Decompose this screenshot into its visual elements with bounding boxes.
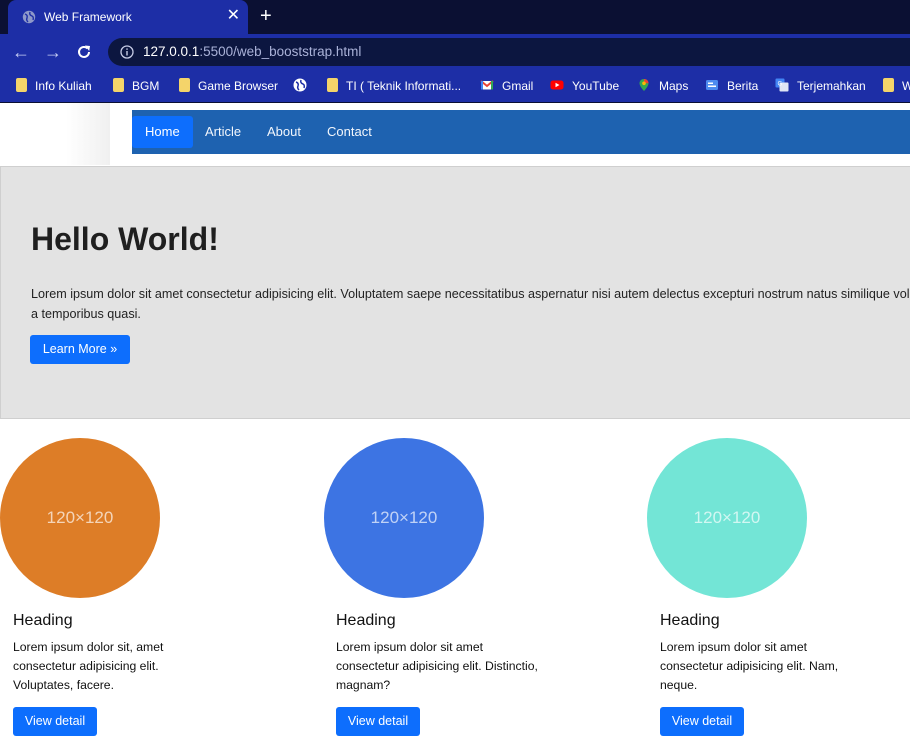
bookmark-terjemahkan[interactable]: G Terjemahkan [775, 76, 866, 96]
placeholder-image: 120×120 [647, 438, 807, 598]
nav-link-article[interactable]: Article [192, 116, 254, 148]
close-tab-icon[interactable]: ✕ [227, 6, 240, 26]
jumbotron: Hello World! Lorem ipsum dolor sit amet … [0, 166, 910, 419]
folder-icon [113, 78, 124, 92]
site-navbar: Home Article About Contact [132, 110, 910, 154]
bookmark-berita[interactable]: Berita [705, 76, 758, 96]
bookmark-label: W [902, 79, 910, 93]
bookmark-maps[interactable]: Maps [637, 76, 688, 96]
folder-icon [327, 78, 338, 92]
url-text[interactable]: 127.0.0.1:5500/web_booststrap.html [143, 44, 361, 59]
folder-icon [179, 78, 190, 92]
view-detail-button[interactable]: View detail [660, 707, 744, 736]
column-heading: Heading [13, 612, 73, 629]
news-icon [705, 78, 719, 92]
bookmark-label: Terjemahkan [797, 79, 866, 93]
nav-link-contact[interactable]: Contact [314, 116, 385, 148]
bookmark-youtube[interactable]: YouTube [550, 76, 619, 96]
tab-title: Web Framework [44, 10, 132, 24]
bookmark-bgm[interactable]: BGM [113, 76, 159, 96]
youtube-icon [550, 78, 564, 92]
jumbotron-text: Lorem ipsum dolor sit amet consectetur a… [31, 287, 910, 321]
bookmark-label: Berita [727, 79, 759, 93]
feature-column-1: 120×120 Heading Lorem ipsum dolor sit, a… [0, 437, 260, 741]
maps-icon [637, 78, 651, 92]
column-text: Lorem ipsum dolor sit amet consectetur a… [660, 640, 839, 692]
placeholder-label: 120×120 [693, 508, 761, 527]
placeholder-label: 120×120 [46, 508, 114, 527]
column-text: Lorem ipsum dolor sit, amet consectetur … [13, 640, 164, 692]
placeholder-label: 120×120 [370, 508, 438, 527]
feature-column-3: 120×120 Heading Lorem ipsum dolor sit am… [647, 437, 907, 741]
translate-icon: G [775, 78, 789, 92]
bookmark-label: BGM [132, 79, 160, 93]
column-heading: Heading [660, 612, 720, 629]
folder-icon [16, 78, 27, 92]
bookmark-ti-teknik-informati[interactable]: TI ( Teknik Informati... [327, 76, 461, 96]
info-icon[interactable] [120, 45, 134, 59]
column-text: Lorem ipsum dolor sit amet consectetur a… [336, 640, 538, 692]
new-tab-icon[interactable]: + [260, 5, 272, 27]
browser-tab-strip: Web Framework ✕ + [0, 0, 910, 34]
gmail-icon [480, 78, 494, 92]
forward-arrow-icon[interactable]: → [41, 40, 65, 64]
nav-link-home[interactable]: Home [132, 116, 193, 148]
browser-toolbar: ← → 127.0.0.1:5500/web_booststrap.html [0, 34, 910, 70]
bookmark-label: YouTube [572, 79, 620, 93]
nav-link-about[interactable]: About [254, 116, 314, 148]
column-heading: Heading [336, 612, 396, 629]
url-host: 127.0.0.1 [143, 44, 200, 59]
bookmark-gmail[interactable]: Gmail [480, 76, 533, 96]
folder-icon [883, 78, 894, 92]
globe-icon [293, 78, 307, 92]
back-arrow-icon[interactable]: ← [9, 40, 33, 64]
jumbotron-title: Hello World! [31, 221, 219, 257]
bookmarks-bar: Info Kuliah BGM Game Browser TI ( Teknik In… [0, 70, 910, 103]
reload-icon[interactable] [75, 43, 93, 61]
view-detail-button[interactable]: View detail [336, 707, 420, 736]
globe-icon [22, 10, 36, 24]
page-viewport: Home Article About Contact Hello World! Lor… [0, 103, 910, 741]
bookmark-w[interactable]: W [883, 76, 910, 96]
url-path: :5500/web_booststrap.html [199, 44, 362, 59]
view-detail-button[interactable]: View detail [13, 707, 97, 736]
bookmark-label: Game Browser [198, 79, 279, 93]
svg-text:G: G [778, 81, 783, 88]
page-left-shade [0, 103, 110, 165]
bookmark-label: Gmail [502, 79, 534, 93]
bookmark-info-kuliah[interactable]: Info Kuliah [16, 76, 92, 96]
browser-tab[interactable]: Web Framework ✕ [8, 0, 248, 34]
bookmark-label: Info Kuliah [35, 79, 92, 93]
placeholder-image: 120×120 [324, 438, 484, 598]
bookmark-label: Maps [659, 79, 689, 93]
bookmark-label: TI ( Teknik Informati... [346, 79, 462, 93]
bookmark-game-browser[interactable]: Game Browser [179, 76, 278, 96]
address-bar[interactable]: 127.0.0.1:5500/web_booststrap.html [108, 38, 910, 66]
feature-column-2: 120×120 Heading Lorem ipsum dolor sit am… [323, 437, 583, 741]
placeholder-image: 120×120 [0, 438, 160, 598]
learn-more-button[interactable]: Learn More » [30, 335, 130, 364]
bookmark-globe[interactable] [293, 76, 307, 96]
